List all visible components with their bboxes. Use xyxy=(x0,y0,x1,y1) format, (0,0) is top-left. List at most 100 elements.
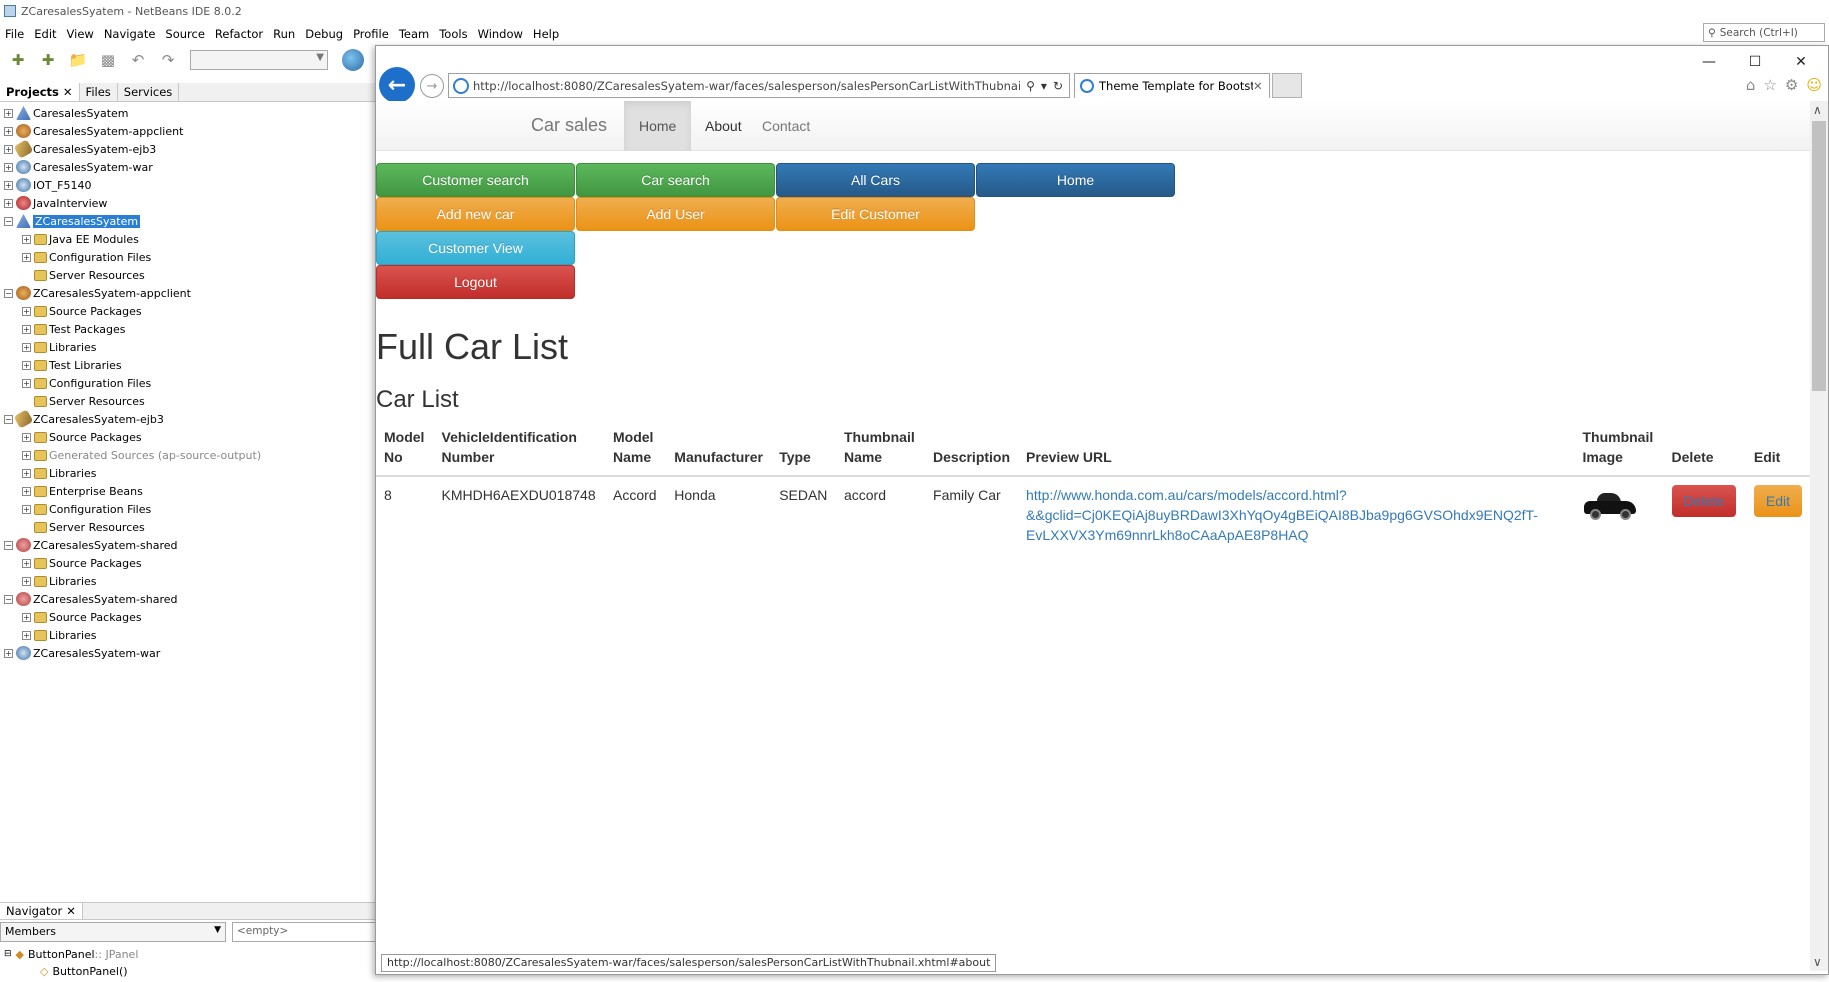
gear-icon[interactable]: ⚙ xyxy=(1785,76,1798,94)
collapse-icon[interactable]: − xyxy=(4,414,13,424)
tree-item[interactable]: + Source Packages xyxy=(22,428,142,446)
tree-item[interactable]: − ZCaresalesSyatem xyxy=(4,212,141,230)
tree-item[interactable]: + Java EE Modules xyxy=(22,230,139,248)
tree-item[interactable]: − ZCaresalesSyatem-shared xyxy=(4,590,178,608)
nav-home[interactable]: Home xyxy=(624,101,692,151)
expand-icon[interactable]: + xyxy=(22,360,31,370)
edit-button[interactable]: Edit xyxy=(1753,485,1802,517)
tree-item[interactable]: + Libraries xyxy=(22,338,97,356)
menu-edit[interactable]: Edit xyxy=(29,27,61,41)
logout-button[interactable]: Logout xyxy=(376,265,575,299)
tree-item[interactable]: + Enterprise Beans xyxy=(22,482,143,500)
smiley-icon[interactable]: ☺ xyxy=(1806,76,1822,94)
navigator-item[interactable]: ◇ ButtonPanel() xyxy=(40,963,128,979)
tree-item[interactable]: + Test Libraries xyxy=(22,356,122,374)
globe-icon[interactable] xyxy=(342,49,364,71)
tree-item[interactable]: − ZCaresalesSyatem-appclient xyxy=(4,284,191,302)
menu-refactor[interactable]: Refactor xyxy=(210,27,268,41)
favorites-icon[interactable]: ☆ xyxy=(1763,76,1776,94)
maximize-icon[interactable]: ☐ xyxy=(1732,50,1778,74)
customer-view-button[interactable]: Customer View xyxy=(376,231,575,265)
expand-icon[interactable]: + xyxy=(22,576,31,586)
close-icon[interactable]: ✕ xyxy=(1778,50,1824,74)
menu-tools[interactable]: Tools xyxy=(434,27,472,41)
tree-item[interactable]: + CaresalesSyatem-appclient xyxy=(4,122,183,140)
expand-icon[interactable]: + xyxy=(4,108,13,118)
menu-navigate[interactable]: Navigate xyxy=(99,27,161,41)
nav-contact[interactable]: Contact xyxy=(747,101,825,151)
back-button[interactable]: ← xyxy=(379,67,415,103)
tree-item[interactable]: + Configuration Files xyxy=(22,248,151,266)
browser-tab[interactable]: Theme Template for Bootst... ✕ xyxy=(1074,73,1270,98)
expand-icon[interactable]: + xyxy=(22,558,31,568)
tree-item[interactable]: + Source Packages xyxy=(22,608,142,626)
menu-debug[interactable]: Debug xyxy=(300,27,348,41)
expand-icon[interactable]: + xyxy=(22,630,31,640)
minimize-icon[interactable]: — xyxy=(1686,50,1732,74)
chevron-down-icon[interactable]: ▾ xyxy=(1041,79,1047,93)
tree-item[interactable]: Server Resources xyxy=(34,518,145,536)
home-icon[interactable]: ⌂ xyxy=(1746,76,1756,94)
tree-item[interactable]: + Configuration Files xyxy=(22,374,151,392)
menu-profile[interactable]: Profile xyxy=(348,27,394,41)
all-cars-button[interactable]: All Cars xyxy=(776,163,975,197)
preview-url-link[interactable]: http://www.honda.com.au/cars/models/acco… xyxy=(1026,487,1538,543)
expand-icon[interactable]: + xyxy=(22,432,31,442)
close-icon[interactable]: ✕ xyxy=(1253,79,1269,93)
address-bar[interactable]: http://localhost:8080/ZCaresalesSyatem-w… xyxy=(448,73,1070,98)
add-user-button[interactable]: Add User xyxy=(576,197,775,231)
tree-item[interactable]: − ZCaresalesSyatem-ejb3 xyxy=(4,409,164,429)
tree-item[interactable]: + CaresalesSyatem xyxy=(4,104,129,122)
menu-window[interactable]: Window xyxy=(473,27,528,41)
expand-icon[interactable]: + xyxy=(4,198,13,208)
expand-icon[interactable]: + xyxy=(22,486,31,496)
collapse-icon[interactable]: − xyxy=(4,540,13,550)
menu-source[interactable]: Source xyxy=(160,27,210,41)
delete-button[interactable]: Delete xyxy=(1671,485,1736,517)
scroll-down-icon[interactable]: ∨ xyxy=(1813,955,1822,969)
scroll-up-icon[interactable]: ∧ xyxy=(1813,103,1822,117)
menu-team[interactable]: Team xyxy=(394,27,434,41)
expand-icon[interactable]: + xyxy=(22,450,31,460)
new-tab-button[interactable] xyxy=(1272,73,1302,98)
expand-icon[interactable]: + xyxy=(22,612,31,622)
tree-item[interactable]: + CaresalesSyatem-ejb3 xyxy=(4,139,156,159)
menu-view[interactable]: View xyxy=(62,27,99,41)
edit-customer-button[interactable]: Edit Customer xyxy=(776,197,975,231)
expand-icon[interactable]: + xyxy=(4,126,13,136)
expand-icon[interactable]: + xyxy=(22,378,31,388)
expand-icon[interactable]: + xyxy=(22,504,31,514)
tree-item[interactable]: Server Resources xyxy=(34,392,145,410)
redo-icon[interactable]: ↷ xyxy=(156,48,180,72)
tree-item[interactable]: + Libraries xyxy=(22,626,97,644)
tree-item[interactable]: + Generated Sources (ap-source-output) xyxy=(22,446,261,464)
members-select[interactable]: Members ▼ xyxy=(0,922,226,942)
new-file-icon[interactable]: ✚ xyxy=(6,48,30,72)
car-search-button[interactable]: Car search xyxy=(576,163,775,197)
tree-item[interactable]: + Source Packages xyxy=(22,302,142,320)
expand-icon[interactable]: + xyxy=(22,234,31,244)
expand-icon[interactable]: + xyxy=(22,306,31,316)
expand-icon[interactable]: + xyxy=(4,180,13,190)
tree-item[interactable]: + Libraries xyxy=(22,572,97,590)
tree-item[interactable]: − ZCaresalesSyatem-shared xyxy=(4,536,178,554)
tree-item[interactable]: + ZCaresalesSyatem-war xyxy=(4,644,160,662)
expand-icon[interactable]: + xyxy=(4,162,13,172)
forward-button[interactable]: → xyxy=(420,74,444,98)
collapse-icon[interactable]: − xyxy=(4,594,13,604)
address-url[interactable]: http://localhost:8080/ZCaresalesSyatem-w… xyxy=(473,79,1020,93)
tab-files[interactable]: Files xyxy=(80,83,118,101)
open-project-icon[interactable]: 📁 xyxy=(66,48,90,72)
tree-item[interactable]: + CaresalesSyatem-war xyxy=(4,158,153,176)
save-all-icon[interactable]: ▩ xyxy=(96,48,120,72)
expand-icon[interactable]: + xyxy=(22,468,31,478)
page-scrollbar[interactable]: ∧ ∨ xyxy=(1810,101,1828,971)
collapse-icon[interactable]: − xyxy=(4,288,13,298)
navigator-item[interactable]: ⊟ ◆ ButtonPanel :: JPanel xyxy=(4,946,138,962)
ide-search-box[interactable]: ⚲ Search (Ctrl+I) xyxy=(1703,23,1825,42)
configuration-combo[interactable]: ▼ xyxy=(190,50,328,70)
close-icon[interactable]: ✕ xyxy=(63,85,73,99)
collapse-icon[interactable]: ⊟ xyxy=(4,949,12,959)
add-new-car-button[interactable]: Add new car xyxy=(376,197,575,231)
menu-file[interactable]: File xyxy=(0,27,29,41)
